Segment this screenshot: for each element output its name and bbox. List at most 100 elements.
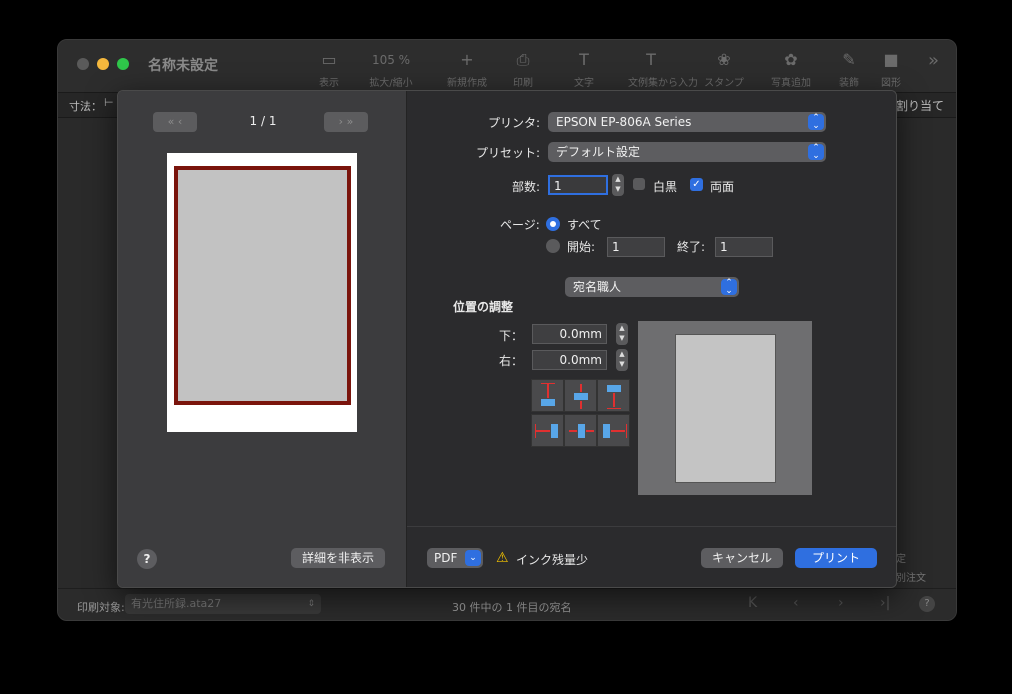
last-record-icon[interactable]: ›| <box>880 595 890 611</box>
first-page-button[interactable]: « ‹ <box>153 112 197 132</box>
help-button[interactable]: ? <box>137 549 157 569</box>
zoom-light[interactable] <box>117 58 129 70</box>
toolbar-item-icon: ▭ <box>321 50 337 69</box>
close-light[interactable] <box>77 58 89 70</box>
chevron-updown-icon: ⌃ ⌄ <box>721 279 737 296</box>
align-bottom-button[interactable] <box>597 379 630 412</box>
print-dialog: « ‹ 1 / 1 › » ? 詳細を非表示 プリンタ: EPSON EP-80… <box>117 90 897 588</box>
record-count: 30 件中の 1 件目の宛名 <box>452 601 572 614</box>
toolbar-item[interactable]: + 新規作成 <box>444 50 490 89</box>
print-target-value: 有光住所録.ata27 <box>131 597 222 610</box>
next-page-button[interactable]: › » <box>324 112 368 132</box>
printer-value: EPSON EP-806A Series <box>556 115 692 129</box>
prev-record-icon[interactable]: ‹ <box>793 595 799 611</box>
toolbar-item-icon: 105 % <box>371 53 411 67</box>
toolbar-item[interactable]: ⎙ 印刷 <box>500 50 546 89</box>
warning-icon: ⚠ <box>496 550 509 566</box>
pdf-label: PDF <box>434 551 458 565</box>
dimension-icon[interactable]: ⊢ <box>104 96 114 109</box>
toolbar-item[interactable]: ❀ スタンプ <box>701 50 747 89</box>
preset-select[interactable]: デフォルト設定 ⌃ ⌄ <box>548 142 826 162</box>
card-preview <box>174 166 351 405</box>
settings-pane: プリンタ: EPSON EP-806A Series ⌃ ⌄ プリセット: デフォ… <box>407 91 896 587</box>
toolbar-item-label: 表示 <box>319 78 339 89</box>
side-text-1: 定 <box>896 554 906 565</box>
bottom-offset-input[interactable]: 0.0mm <box>532 324 607 344</box>
position-preview <box>638 321 812 495</box>
preset-value: デフォルト設定 <box>556 145 641 159</box>
toolbar-item[interactable]: 105 % 拡大/縮小 <box>368 50 414 89</box>
preview-pane: « ‹ 1 / 1 › » ? 詳細を非表示 <box>118 91 407 587</box>
toolbar-item-label: 文字 <box>574 78 594 89</box>
chevron-updown-icon: ⌃ ⌄ <box>808 144 824 161</box>
from-input[interactable]: 1 <box>607 237 665 257</box>
window-title: 名称未設定 <box>148 58 218 74</box>
toolbar-item[interactable]: ✎ 装飾 <box>826 50 872 89</box>
preset-label: プリセット: <box>476 146 541 160</box>
copies-input[interactable]: 1 <box>548 175 608 195</box>
copies-label: 部数: <box>512 180 541 194</box>
toolbar-item-icon: T <box>579 50 589 69</box>
print-button[interactable]: プリント <box>795 548 877 568</box>
toolbar-overflow-icon[interactable]: » <box>928 50 939 71</box>
toolbar-item[interactable]: ■ 図形 <box>868 50 914 89</box>
app-settings-select[interactable]: 宛名職人 ⌃ ⌄ <box>565 277 739 297</box>
to-input[interactable]: 1 <box>715 237 773 257</box>
toolbar-item-label: 印刷 <box>513 78 533 89</box>
toolbar-item-label: 新規作成 <box>447 78 487 89</box>
position-preview-card <box>675 334 776 483</box>
page-preview <box>167 153 357 432</box>
toolbar-item[interactable]: T 文字 <box>561 50 607 89</box>
chevron-updown-icon: ⇕ <box>307 599 315 609</box>
toolbar-item[interactable]: T 文例集から入力 <box>628 50 698 89</box>
toolbar-item[interactable]: ▭ 表示 <box>306 50 352 89</box>
position-adjust-title: 位置の調整 <box>453 300 514 314</box>
bw-label: 白黒 <box>653 180 678 194</box>
chevron-down-icon: ⌄ <box>465 550 481 566</box>
printer-label: プリンタ: <box>488 116 541 130</box>
toolbar-item-label: 拡大/縮小 <box>369 78 413 89</box>
status-bar: 印刷対象: 有光住所録.ata27 ⇕ 30 件中の 1 件目の宛名 K ‹ ›… <box>58 588 956 620</box>
align-top-button[interactable] <box>531 379 564 412</box>
copies-stepper[interactable]: ▲ ▼ <box>612 174 624 196</box>
pdf-menu-button[interactable]: PDF ⌄ <box>427 548 483 568</box>
footer-divider <box>407 526 896 527</box>
first-record-icon[interactable]: K <box>748 595 757 611</box>
print-target-label: 印刷対象: <box>77 601 125 614</box>
right-offset-stepper[interactable]: ▲ ▼ <box>616 349 628 371</box>
bottom-offset-stepper[interactable]: ▲ ▼ <box>616 323 628 345</box>
page-counter: 1 / 1 <box>249 114 277 128</box>
align-hcenter-button[interactable] <box>564 414 597 447</box>
minimize-light[interactable] <box>97 58 109 70</box>
print-target-select[interactable]: 有光住所録.ata27 ⇕ <box>125 594 321 614</box>
to-label: 終了: <box>677 240 706 254</box>
cancel-button[interactable]: キャンセル <box>701 548 783 568</box>
side-text-2: 別注文 <box>896 573 926 584</box>
toolbar-item-label: 写真追加 <box>771 78 811 89</box>
hide-details-button[interactable]: 詳細を非表示 <box>291 548 385 568</box>
title-bar: 名称未設定 ▭ 表示 105 % 拡大/縮小 + 新規作成 ⎙ 印刷 T 文字 T 文例集から入力 ❀ ス… <box>58 40 956 92</box>
next-record-icon[interactable]: › <box>838 595 844 611</box>
chevron-updown-icon: ⌃ ⌄ <box>808 114 824 131</box>
from-label: 開始: <box>567 240 596 254</box>
duplex-label: 両面 <box>710 180 735 194</box>
toolbar-item[interactable]: ✿ 写真追加 <box>768 50 814 89</box>
status-help-icon[interactable]: ? <box>919 596 935 612</box>
assign-label: 割り当て <box>896 99 945 113</box>
toolbar-item-icon: + <box>460 50 474 69</box>
align-vcenter-button[interactable] <box>564 379 597 412</box>
toolbar-item-label: 装飾 <box>839 78 859 89</box>
align-right-button[interactable] <box>597 414 630 447</box>
printer-select[interactable]: EPSON EP-806A Series ⌃ ⌄ <box>548 112 826 132</box>
toolbar-item-icon: ■ <box>883 50 899 69</box>
toolbar-item-label: 文例集から入力 <box>628 78 698 89</box>
toolbar-item-icon: ❀ <box>717 50 731 69</box>
pages-range-radio[interactable] <box>546 239 560 253</box>
bw-checkbox[interactable] <box>633 178 645 190</box>
toolbar-item-label: 図形 <box>881 78 901 89</box>
align-left-button[interactable] <box>531 414 564 447</box>
toolbar-item-label: スタンプ <box>704 78 744 89</box>
pages-all-radio[interactable] <box>546 217 560 231</box>
right-offset-input[interactable]: 0.0mm <box>532 350 607 370</box>
duplex-checkbox[interactable]: ✓ <box>690 178 703 191</box>
